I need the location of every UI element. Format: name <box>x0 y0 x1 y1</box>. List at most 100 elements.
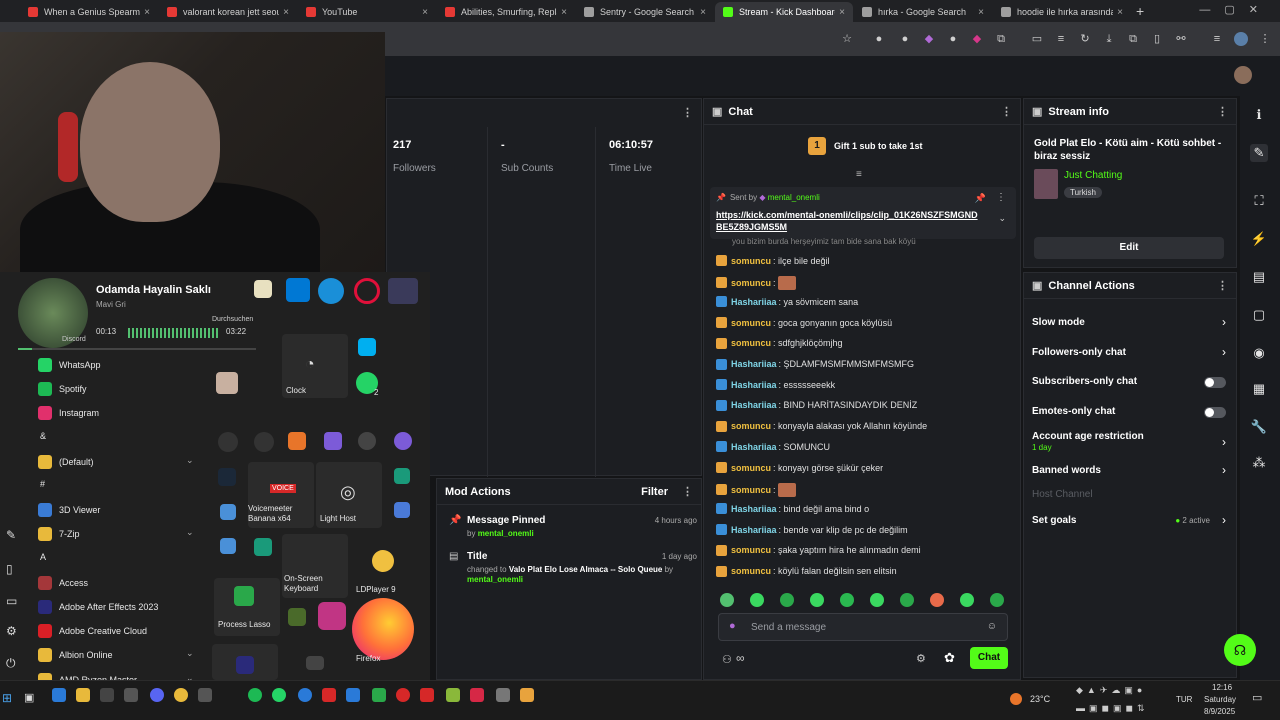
browser-tab[interactable]: hırka - Google Search × <box>854 2 992 22</box>
chevron-right-icon[interactable]: › <box>1222 315 1226 329</box>
notification-icon[interactable]: ▭ <box>1252 691 1262 704</box>
chat-icon[interactable]: ▢ <box>1250 306 1268 324</box>
taskbar-app-icon[interactable] <box>470 688 484 702</box>
channel-action-item[interactable]: Set goals › ● 2 active <box>1024 513 1238 533</box>
info-icon[interactable]: ℹ <box>1250 106 1268 124</box>
channel-action-item[interactable]: Emotes-only chat <box>1024 404 1238 424</box>
pen-icon[interactable]: ✎ <box>6 528 16 542</box>
browser-tab[interactable]: YouTube × <box>298 2 436 22</box>
gear-icon[interactable]: ⚙ <box>6 624 17 638</box>
browser-tab[interactable]: Stream - Kick Dashboard × <box>715 2 853 22</box>
channel-action-item[interactable]: Followers-only chat › <box>1024 345 1238 365</box>
reading-list-icon[interactable]: ≡ <box>1054 32 1068 46</box>
profile-icon[interactable] <box>1234 32 1248 46</box>
browser-tab[interactable]: hoodie ile hırka arasındaki...× <box>993 2 1131 22</box>
app-list-item[interactable]: Albion Online ⌄ <box>38 648 194 663</box>
app-list-item[interactable]: Adobe After Effects 2023 <box>38 600 158 614</box>
close-tab-icon[interactable]: × <box>1117 7 1123 18</box>
sidebar-icon[interactable]: ▯ <box>1150 32 1164 46</box>
tray-icons[interactable]: ◆▲✈☁▣● <box>1076 685 1146 696</box>
apps-icon[interactable]: ⁂ <box>1250 454 1268 472</box>
app-tile[interactable] <box>394 468 410 484</box>
download-icon[interactable]: ⤓ <box>1102 32 1116 46</box>
expand-icon[interactable]: ⛶ <box>1250 192 1268 210</box>
pinned-link[interactable]: https://kick.com/mental-onemli/clips/cli… <box>716 209 978 233</box>
picture-icon[interactable]: ▭ <box>6 594 17 608</box>
app-tile[interactable] <box>254 432 274 452</box>
taskbar-app-icon[interactable] <box>420 688 434 702</box>
taskbar-app-icon[interactable] <box>372 688 386 702</box>
taskbar-app-icon[interactable] <box>396 688 410 702</box>
more-options-icon[interactable]: ⋮ <box>682 106 693 119</box>
skype-tile[interactable] <box>358 338 376 356</box>
app-tile[interactable] <box>358 432 376 450</box>
more-options-icon[interactable]: ⋮ <box>682 485 693 498</box>
app-tile[interactable] <box>288 432 306 450</box>
chat-username[interactable]: somuncu <box>731 256 771 266</box>
gear-icon[interactable]: ⚙ <box>916 652 926 665</box>
windows-start-icon[interactable]: ⊞ <box>2 691 12 705</box>
channel-action-item[interactable]: Account age restriction 1 day › <box>1024 429 1238 452</box>
app-tile[interactable] <box>306 656 324 670</box>
channel-action-item[interactable]: Slow mode › <box>1024 315 1238 335</box>
app-tile[interactable] <box>218 432 238 452</box>
chat-username[interactable]: Hashariiaa <box>731 297 777 307</box>
emote-button[interactable] <box>780 593 794 607</box>
outlook-tile[interactable] <box>286 278 310 302</box>
emote-button[interactable] <box>960 593 974 607</box>
infinity-icon[interactable]: ∞ <box>736 651 745 665</box>
more-icon[interactable]: ⋮ <box>1258 32 1272 46</box>
toggle-switch[interactable] <box>1204 377 1226 388</box>
spotify-icon[interactable] <box>248 688 262 702</box>
layout-icon[interactable]: ▦ <box>1250 380 1268 398</box>
chat-username[interactable]: somuncu <box>731 338 771 348</box>
channel-action-item[interactable]: Banned words › <box>1024 463 1238 483</box>
taskbar-app-icon[interactable] <box>446 688 460 702</box>
extension-icon[interactable]: ● <box>946 32 960 46</box>
document-icon[interactable]: ▯ <box>6 562 13 576</box>
emote-button[interactable] <box>840 593 854 607</box>
copy-icon[interactable]: ⧉ <box>1126 32 1140 46</box>
taskbar-app-icon[interactable] <box>52 688 66 702</box>
close-tab-icon[interactable]: × <box>978 7 984 18</box>
emote-button[interactable] <box>930 593 944 607</box>
close-tab-icon[interactable]: × <box>422 7 428 18</box>
gift-icon[interactable]: ✿ <box>944 650 955 666</box>
browser-tab[interactable]: valorant korean jett seoul...× <box>159 2 297 22</box>
extension-icon[interactable]: ● <box>872 32 886 46</box>
lightning-icon[interactable]: ⚡ <box>1250 230 1268 248</box>
chat-username[interactable]: Hashariiaa <box>731 359 777 369</box>
chat-username[interactable]: Hashariiaa <box>731 400 777 410</box>
ldplayer-tile[interactable] <box>372 550 394 572</box>
edit-stream-info-button[interactable]: Edit <box>1034 237 1224 259</box>
app-tile[interactable] <box>254 538 272 556</box>
taskbar-app-icon[interactable] <box>298 688 312 702</box>
chat-username[interactable]: Hashariiaa <box>731 525 777 535</box>
taskbar-app-icon[interactable] <box>100 688 114 702</box>
support-button[interactable]: ☊ <box>1224 634 1256 666</box>
app-tile[interactable] <box>220 504 236 520</box>
more-options-icon[interactable]: ⋮ <box>1217 105 1228 118</box>
menu-icon[interactable]: ≡ <box>1210 32 1224 46</box>
whatsapp-icon[interactable] <box>272 688 286 702</box>
app-list-item[interactable]: WhatsApp <box>38 358 101 372</box>
chat-username[interactable]: somuncu <box>731 463 771 473</box>
toggle-switch[interactable] <box>1204 407 1226 418</box>
taskbar-app-icon[interactable] <box>322 688 336 702</box>
chevron-right-icon[interactable]: › <box>1222 435 1226 449</box>
close-tab-icon[interactable]: × <box>561 7 567 18</box>
folder-tile[interactable] <box>388 278 418 304</box>
app-tile[interactable] <box>288 608 306 626</box>
chevron-right-icon[interactable]: › <box>1222 463 1226 477</box>
task-view-icon[interactable]: ▣ <box>24 691 34 704</box>
more-options-icon[interactable]: ⋮ <box>996 192 1006 203</box>
close-tab-icon[interactable]: × <box>700 7 706 18</box>
browser-tab[interactable]: Sentry - Google Search × <box>576 2 714 22</box>
progress-track[interactable] <box>18 348 256 350</box>
chevron-down-icon[interactable]: ⌄ <box>998 213 1006 224</box>
link-icon[interactable]: ⚯ <box>1174 32 1188 46</box>
app-tile[interactable] <box>394 502 410 518</box>
document-icon[interactable]: ▤ <box>1250 268 1268 286</box>
discord-icon[interactable] <box>150 688 164 702</box>
app-tile[interactable] <box>216 372 238 394</box>
